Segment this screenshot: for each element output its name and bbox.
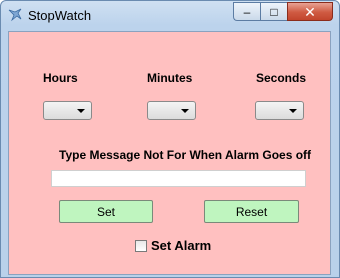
seconds-label: Seconds [256,71,307,85]
maximize-icon: □ [270,4,278,19]
close-button[interactable]: ✕ [287,2,333,21]
close-icon: ✕ [304,3,316,20]
reset-button[interactable]: Reset [204,200,299,223]
app-icon [8,8,22,22]
alarm-message-label: Type Message Not For When Alarm Goes off [59,148,312,162]
minimize-button[interactable]: – [233,2,260,21]
hours-dropdown[interactable] [43,101,92,120]
minutes-dropdown[interactable] [147,101,196,120]
minimize-icon: – [243,4,251,19]
window-title: StopWatch [28,8,92,23]
form-client-area: Hours Minutes Seconds Type Message Not F… [8,31,331,275]
chevron-down-icon [77,109,85,113]
alarm-message-input[interactable] [51,170,306,187]
set-button[interactable]: Set [59,200,153,223]
set-alarm-label[interactable]: Set Alarm [151,238,211,253]
stopwatch-window: StopWatch – □ ✕ Hours Minutes Seconds Ty… [0,0,340,278]
title-bar[interactable]: StopWatch – □ ✕ [1,1,339,31]
chevron-down-icon [289,109,297,113]
seconds-dropdown[interactable] [255,101,304,120]
set-alarm-checkbox[interactable] [135,240,147,252]
minutes-label: Minutes [147,71,193,85]
hours-label: Hours [43,71,78,85]
maximize-button[interactable]: □ [260,2,287,21]
chevron-down-icon [181,109,189,113]
